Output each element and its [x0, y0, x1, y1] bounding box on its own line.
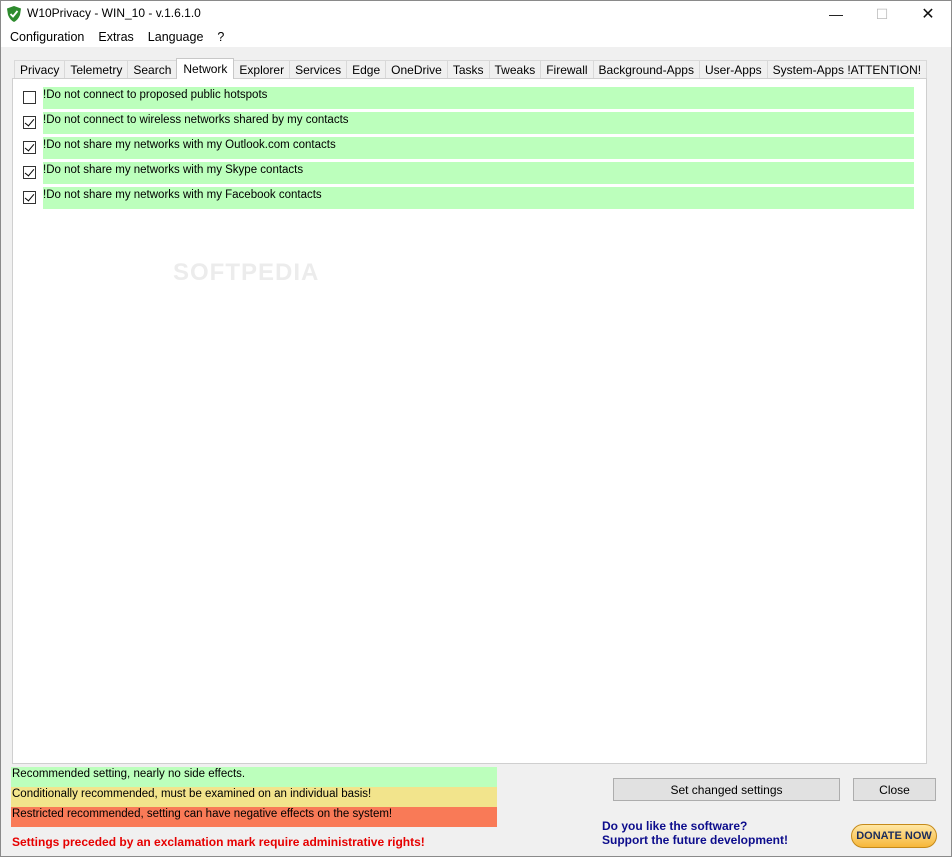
- tab-search[interactable]: Search: [127, 60, 178, 79]
- set-changed-settings-button[interactable]: Set changed settings: [613, 778, 840, 801]
- menu-configuration[interactable]: Configuration: [3, 27, 91, 47]
- menu-bar: Configuration Extras Language ?: [1, 27, 951, 47]
- option-label: !Do not share my networks with my Facebo…: [43, 187, 914, 209]
- option-row: !Do not share my networks with my Outloo…: [21, 137, 918, 159]
- tab-firewall[interactable]: Firewall: [540, 60, 594, 79]
- option-checkbox[interactable]: [23, 141, 36, 154]
- admin-rights-note: Settings preceded by an exclamation mark…: [12, 835, 425, 849]
- tab-user-apps[interactable]: User-Apps: [698, 60, 768, 79]
- close-button[interactable]: Close: [853, 778, 936, 801]
- donate-line-1: Do you like the software?: [602, 819, 748, 833]
- watermark: SOFTPEDIA: [173, 259, 320, 286]
- option-row: !Do not share my networks with my Facebo…: [21, 187, 918, 209]
- option-label: !Do not share my networks with my Outloo…: [43, 137, 914, 159]
- tab-network[interactable]: Network: [176, 58, 235, 79]
- option-row: !Do not connect to proposed public hotsp…: [21, 87, 918, 109]
- legend-recommended: Recommended setting, nearly no side effe…: [11, 767, 497, 787]
- option-label: !Do not connect to proposed public hotsp…: [43, 87, 914, 109]
- shield-icon: [7, 6, 21, 22]
- option-checkbox[interactable]: [23, 116, 36, 129]
- menu-help[interactable]: ?: [210, 27, 231, 47]
- option-label: !Do not share my networks with my Skype …: [43, 162, 914, 184]
- option-checkbox[interactable]: [23, 191, 36, 204]
- tab-strip: Privacy Telemetry Search Network Explore…: [14, 58, 928, 79]
- menu-extras[interactable]: Extras: [91, 27, 140, 47]
- tab-system-apps[interactable]: System-Apps !ATTENTION!: [766, 60, 928, 79]
- menu-language[interactable]: Language: [141, 27, 211, 47]
- donate-message: Do you like the software? Support the fu…: [602, 819, 788, 847]
- network-settings-panel: SOFTPEDIA !Do not connect to proposed pu…: [12, 78, 927, 764]
- option-row: !Do not share my networks with my Skype …: [21, 162, 918, 184]
- donate-line-2: Support the future development!: [602, 833, 788, 847]
- tab-explorer[interactable]: Explorer: [233, 60, 291, 79]
- option-checkbox[interactable]: [23, 166, 36, 179]
- option-label: !Do not connect to wireless networks sha…: [43, 112, 914, 134]
- window-title: W10Privacy - WIN_10 - v.1.6.1.0: [27, 6, 201, 20]
- donate-button[interactable]: DONATE NOW: [851, 824, 937, 848]
- tab-telemetry[interactable]: Telemetry: [64, 60, 129, 79]
- tab-onedrive[interactable]: OneDrive: [385, 60, 448, 79]
- close-window-button[interactable]: ✕: [905, 1, 951, 27]
- legend-restricted: Restricted recommended, setting can have…: [11, 807, 497, 827]
- title-bar: W10Privacy - WIN_10 - v.1.6.1.0 — ☐ ✕: [1, 1, 951, 27]
- legend-conditional: Conditionally recommended, must be exami…: [11, 787, 497, 807]
- option-checkbox[interactable]: [23, 91, 36, 104]
- tab-tweaks[interactable]: Tweaks: [488, 60, 542, 79]
- minimize-button[interactable]: —: [813, 1, 859, 27]
- tab-privacy[interactable]: Privacy: [14, 60, 66, 79]
- tab-tasks[interactable]: Tasks: [446, 60, 490, 79]
- tab-edge[interactable]: Edge: [346, 60, 387, 79]
- app-window: W10Privacy - WIN_10 - v.1.6.1.0 — ☐ ✕ Co…: [0, 0, 952, 857]
- maximize-button[interactable]: ☐: [859, 1, 905, 27]
- tab-services[interactable]: Services: [289, 60, 348, 79]
- option-row: !Do not connect to wireless networks sha…: [21, 112, 918, 134]
- tab-background-apps[interactable]: Background-Apps: [592, 60, 700, 79]
